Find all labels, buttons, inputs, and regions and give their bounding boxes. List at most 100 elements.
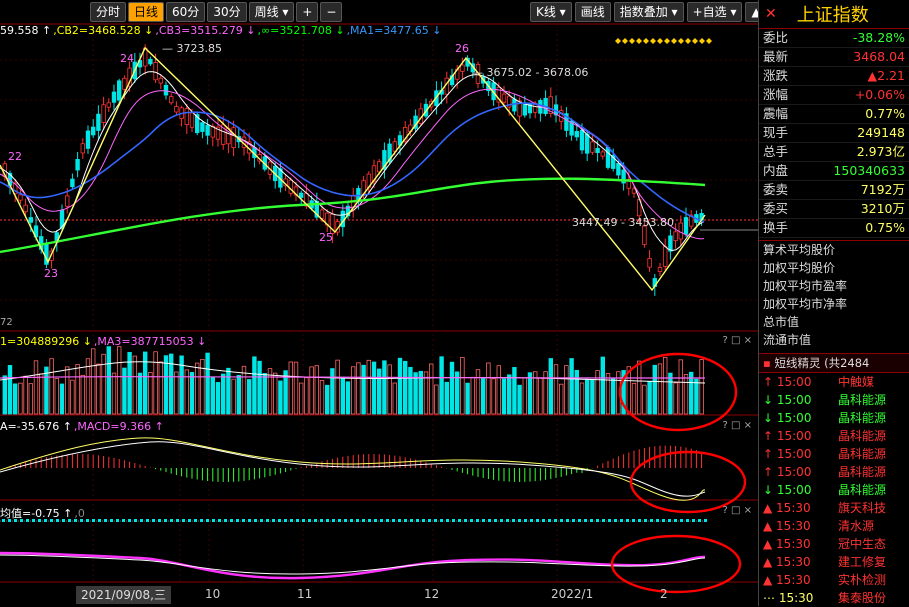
short-term-genie-header[interactable]: ▪ 短线精灵 (共2484 [759, 353, 909, 373]
trade-stock: 晶科能源 [838, 447, 887, 461]
avg-tick [470, 519, 473, 522]
volume-bar [324, 384, 330, 415]
volume-bar [18, 382, 23, 415]
quote-row: 现手 249148 [759, 124, 909, 143]
volume-bar [117, 346, 122, 415]
avg-tick [446, 519, 449, 522]
volume-bar [246, 379, 252, 415]
quote-value: 2.973亿 [856, 144, 905, 159]
avg-tick [308, 519, 311, 522]
trade-row[interactable]: ⋯ 15:30 集泰股份 [759, 589, 909, 607]
trade-row[interactable]: ↑ 15:00 晶科能源 [759, 463, 909, 481]
avg-tick [662, 519, 665, 522]
candle-body [101, 104, 106, 123]
volume-bar [70, 379, 75, 415]
candle-body [174, 106, 179, 113]
legend-item: ,0 [74, 507, 85, 520]
period-button[interactable]: + [296, 2, 319, 22]
legend-item: ,MA3=387715053 ↓ [93, 335, 207, 348]
volume-pane-controls[interactable]: ? □ × [723, 335, 753, 346]
avg-tick [230, 519, 233, 522]
trade-stock: 晶科能源 [838, 429, 887, 443]
period-button[interactable]: 30分 [207, 2, 247, 22]
avg-tick [524, 519, 527, 522]
kline-chart-area[interactable]: 22 23 24 25 26 — 3723.85 — 3675.02 - 3678.06 34… [0, 0, 758, 606]
volume-bar [449, 361, 455, 415]
avg-tick [164, 519, 167, 522]
trade-row[interactable]: ↓ 15:00 晶科能源 [759, 391, 909, 409]
avg-tick [464, 519, 467, 522]
month-label: 2022/1 [551, 587, 594, 601]
candle-body [585, 133, 590, 154]
signal-diamond [678, 38, 684, 44]
chart-tools: K线 ▾ 画线 指数叠加 ▾ +自选 ▾ ▲ [530, 2, 758, 22]
trade-row[interactable]: ↓ 15:00 晶科能源 [759, 409, 909, 427]
period-button[interactable]: 60分 [166, 2, 206, 22]
trade-row[interactable]: ▲ 15:30 旗天科技 [759, 499, 909, 517]
month-label: 12 [424, 587, 440, 601]
avg-tick [500, 519, 503, 522]
avg-tick [146, 519, 149, 522]
avg-tick [422, 519, 425, 522]
average-pane-controls[interactable]: ? □ × [723, 505, 753, 516]
chart-tool-button[interactable]: K线 ▾ [530, 2, 572, 22]
chart-canvas[interactable]: 22 23 24 25 26 — 3723.85 — 3675.02 - 3678.06 34… [0, 0, 758, 606]
volume-bar [611, 378, 616, 415]
legend-item: 1=304889296 ↓ [0, 335, 92, 348]
wave-label: 23 [44, 267, 58, 280]
macd-pane-controls[interactable]: ? □ × [723, 420, 753, 431]
trade-stock: 集泰股份 [838, 591, 887, 605]
avg-tick [530, 519, 533, 522]
candle-body [319, 209, 325, 219]
avg-tick [272, 519, 275, 522]
volume-bar [683, 374, 689, 415]
trade-time: ↓ 15:00 [763, 393, 812, 407]
chart-tool-button[interactable]: ▲ [745, 2, 758, 22]
trade-row[interactable]: ▲ 15:30 实朴检测 [759, 571, 909, 589]
period-button[interactable]: 日线 [128, 2, 165, 22]
avg-tick [134, 519, 137, 522]
trade-row[interactable]: ▲ 15:30 建工修复 [759, 553, 909, 571]
chart-tool-button[interactable]: 画线 [574, 2, 611, 22]
avg-tick [680, 519, 683, 522]
volume-bar [132, 355, 137, 415]
volume-bar [309, 366, 314, 415]
trade-row[interactable]: ↑ 15:00 中触媒 [759, 373, 909, 391]
candle-body [574, 131, 579, 138]
volume-bar [298, 382, 304, 415]
candle-body [298, 192, 304, 198]
volume-bar [501, 378, 507, 415]
trade-row[interactable]: ▲ 15:30 冠中生态 [759, 535, 909, 553]
volume-bar [517, 384, 522, 415]
trade-stock: 晶科能源 [838, 483, 887, 497]
signal-diamond [685, 38, 691, 44]
volume-bar [49, 358, 54, 415]
period-button[interactable]: 周线 ▾ [248, 2, 295, 22]
volume-bar [158, 361, 163, 415]
trade-row[interactable]: ▲ 15:30 清水源 [759, 517, 909, 535]
wave-label: 26 [455, 42, 469, 55]
avg-tick [596, 519, 599, 522]
volume-bar [80, 374, 85, 415]
trade-row[interactable]: ↓ 15:00 晶科能源 [759, 481, 909, 499]
trade-row[interactable]: ↑ 15:00 晶科能源 [759, 427, 909, 445]
avg-tick [374, 519, 377, 522]
chart-tool-button[interactable]: 指数叠加 ▾ [613, 2, 684, 22]
chart-tool-button[interactable]: +自选 ▾ [686, 2, 743, 22]
avg-tick [686, 519, 689, 522]
axis-label: 72 [0, 317, 13, 328]
volume-bar [350, 366, 356, 415]
period-button[interactable]: − [320, 2, 343, 22]
avg-tick [302, 519, 305, 522]
volume-bar [278, 380, 283, 415]
avg-tick [248, 519, 251, 522]
volume-bar [470, 376, 475, 415]
period-button[interactable]: 分时 [90, 2, 127, 22]
trade-row[interactable]: ↑ 15:00 晶科能源 [759, 445, 909, 463]
volume-bar [642, 384, 647, 415]
avg-tick [152, 519, 155, 522]
avg-tick [278, 519, 281, 522]
genie-trade-list[interactable]: ↑ 15:00 中触媒 ↓ 15:00 晶科能源 ↓ 15:00 晶科能源 ↑ 15:00 晶… [759, 373, 909, 607]
candle-body [376, 161, 382, 173]
close-panel-icon[interactable]: ✕ [759, 6, 783, 22]
